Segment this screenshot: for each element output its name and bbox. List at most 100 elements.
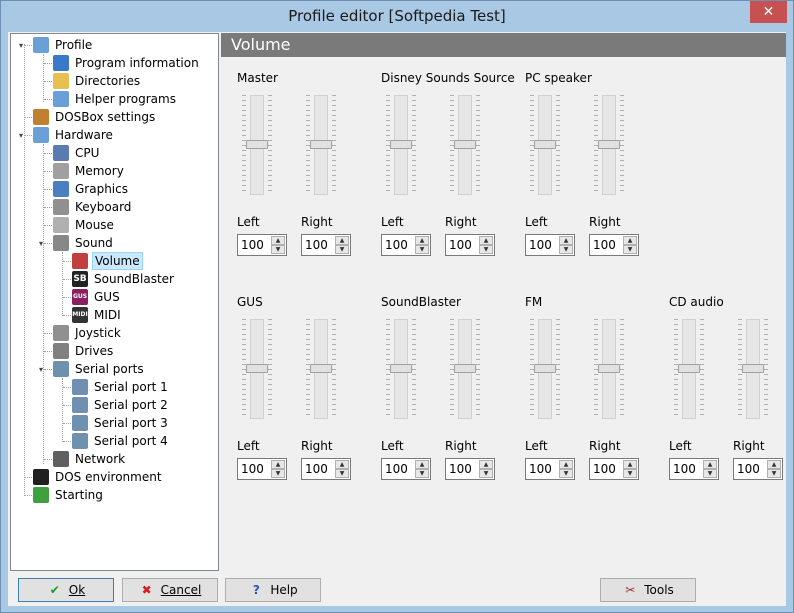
tree-item-graphics[interactable]: Graphics [53,180,216,198]
volume-slider[interactable] [386,319,416,419]
spinbox-value[interactable]: 100 [529,238,552,252]
slider-thumb[interactable] [454,140,476,149]
volume-slider[interactable] [594,319,624,419]
slider-thumb[interactable] [678,364,700,373]
expand-collapse-icon[interactable]: ▾ [39,365,48,374]
expand-collapse-icon[interactable]: ▾ [19,41,28,50]
spin-up-icon[interactable]: ▲ [271,236,285,245]
tree-item-cpu[interactable]: CPU [53,144,216,162]
spin-down-icon[interactable]: ▼ [271,469,285,478]
slider-thumb[interactable] [390,364,412,373]
slider-thumb[interactable] [310,140,332,149]
tree-item-gus[interactable]: GUS GUS [72,288,216,306]
tree-item-memory[interactable]: Memory [53,162,216,180]
tree-item-program-information[interactable]: Program information [53,54,216,72]
tree-item-midi[interactable]: MIDI MIDI [72,306,216,324]
volume-spinbox[interactable]: 100 ▲ ▼ [669,458,719,480]
spin-down-icon[interactable]: ▼ [559,245,573,254]
spinbox-value[interactable]: 100 [385,238,408,252]
spin-down-icon[interactable]: ▼ [767,469,781,478]
slider-thumb[interactable] [454,364,476,373]
volume-slider[interactable] [594,95,624,195]
volume-slider[interactable] [674,319,704,419]
tree-item-serial-port-2[interactable]: Serial port 2 [72,396,216,414]
volume-slider[interactable] [306,319,336,419]
volume-spinbox[interactable]: 100 ▲ ▼ [733,458,783,480]
volume-slider[interactable] [450,95,480,195]
volume-slider[interactable] [306,95,336,195]
volume-spinbox[interactable]: 100 ▲ ▼ [381,234,431,256]
spin-down-icon[interactable]: ▼ [479,245,493,254]
tree-item-profile[interactable]: Profile [33,36,216,54]
tree-item-serial-ports[interactable]: Serial ports [53,360,216,378]
spin-up-icon[interactable]: ▲ [415,460,429,469]
tree-item-network[interactable]: Network [53,450,216,468]
volume-slider[interactable] [450,319,480,419]
tree-item-keyboard[interactable]: Keyboard [53,198,216,216]
spinbox-value[interactable]: 100 [673,462,696,476]
spin-down-icon[interactable]: ▼ [703,469,717,478]
spinbox-value[interactable]: 100 [241,462,264,476]
spin-down-icon[interactable]: ▼ [415,245,429,254]
spin-up-icon[interactable]: ▲ [623,460,637,469]
spin-up-icon[interactable]: ▲ [767,460,781,469]
tree-item-helper-programs[interactable]: Helper programs [53,90,216,108]
volume-slider[interactable] [242,95,272,195]
spin-up-icon[interactable]: ▲ [703,460,717,469]
spin-up-icon[interactable]: ▲ [623,236,637,245]
tree-item-drives[interactable]: Drives [53,342,216,360]
spinbox-value[interactable]: 100 [305,462,328,476]
tree-item-dos-environment[interactable]: DOS environment [33,468,216,486]
tree-item-hardware[interactable]: Hardware [33,126,216,144]
volume-slider[interactable] [386,95,416,195]
volume-spinbox[interactable]: 100 ▲ ▼ [237,458,287,480]
spin-down-icon[interactable]: ▼ [415,469,429,478]
spinbox-value[interactable]: 100 [737,462,760,476]
expand-collapse-icon[interactable]: ▾ [19,131,28,140]
spin-up-icon[interactable]: ▲ [271,460,285,469]
slider-thumb[interactable] [246,364,268,373]
tree-item-starting[interactable]: Starting [33,486,216,504]
spin-down-icon[interactable]: ▼ [623,245,637,254]
volume-spinbox[interactable]: 100 ▲ ▼ [445,234,495,256]
slider-thumb[interactable] [534,364,556,373]
spin-down-icon[interactable]: ▼ [623,469,637,478]
volume-slider[interactable] [738,319,768,419]
volume-spinbox[interactable]: 100 ▲ ▼ [589,234,639,256]
volume-spinbox[interactable]: 100 ▲ ▼ [301,234,351,256]
spinbox-value[interactable]: 100 [241,238,264,252]
tree-item-serial-port-4[interactable]: Serial port 4 [72,432,216,450]
volume-slider[interactable] [242,319,272,419]
spinbox-value[interactable]: 100 [449,462,472,476]
volume-spinbox[interactable]: 100 ▲ ▼ [525,234,575,256]
tree-item-sound[interactable]: Sound [53,234,216,252]
spin-up-icon[interactable]: ▲ [335,236,349,245]
help-button[interactable]: ? Help [225,578,321,602]
spin-up-icon[interactable]: ▲ [335,460,349,469]
spinbox-value[interactable]: 100 [449,238,472,252]
volume-spinbox[interactable]: 100 ▲ ▼ [237,234,287,256]
spin-up-icon[interactable]: ▲ [559,236,573,245]
spin-down-icon[interactable]: ▼ [271,245,285,254]
spin-up-icon[interactable]: ▲ [559,460,573,469]
tree-item-volume[interactable]: Volume [72,252,216,270]
volume-spinbox[interactable]: 100 ▲ ▼ [525,458,575,480]
spinbox-value[interactable]: 100 [593,462,616,476]
slider-thumb[interactable] [598,364,620,373]
volume-spinbox[interactable]: 100 ▲ ▼ [445,458,495,480]
slider-thumb[interactable] [742,364,764,373]
tree-item-dosbox-settings[interactable]: DOSBox settings [33,108,216,126]
tree-item-directories[interactable]: Directories [53,72,216,90]
tree-item-soundblaster[interactable]: SB SoundBlaster [72,270,216,288]
cancel-button[interactable]: ✖ Cancel [122,578,218,602]
tree-item-serial-port-3[interactable]: Serial port 3 [72,414,216,432]
spin-up-icon[interactable]: ▲ [479,460,493,469]
spin-down-icon[interactable]: ▼ [335,245,349,254]
tree-item-joystick[interactable]: Joystick [53,324,216,342]
tree-item-serial-port-1[interactable]: Serial port 1 [72,378,216,396]
volume-slider[interactable] [530,319,560,419]
spin-down-icon[interactable]: ▼ [335,469,349,478]
spinbox-value[interactable]: 100 [385,462,408,476]
spinbox-value[interactable]: 100 [593,238,616,252]
spinbox-value[interactable]: 100 [305,238,328,252]
